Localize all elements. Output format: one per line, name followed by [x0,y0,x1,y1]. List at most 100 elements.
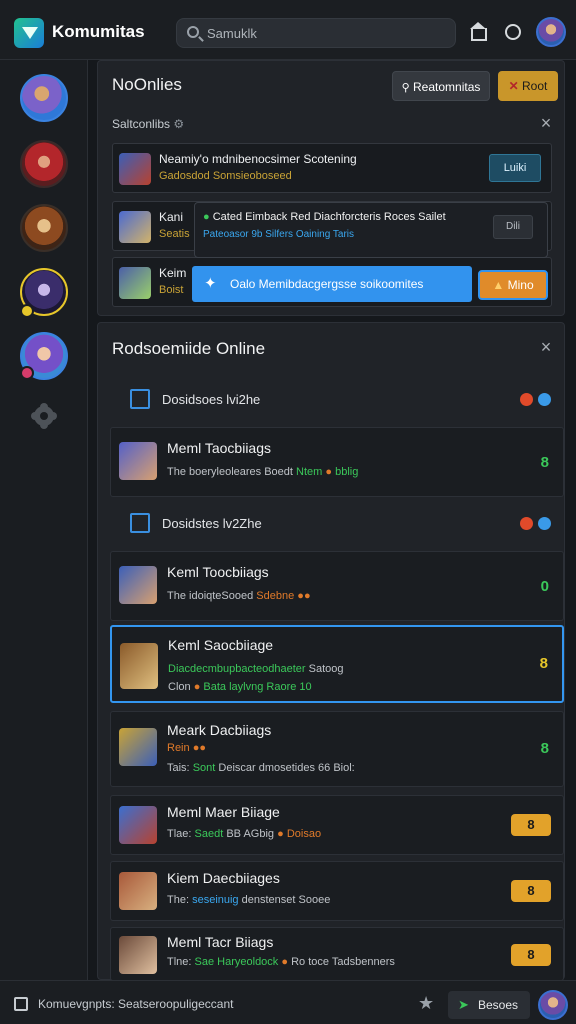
section-header[interactable]: Dosidstes lv2Zhe [112,509,552,539]
app-title: Komumitas [52,22,145,41]
card-action-button[interactable]: Luiki [489,154,541,182]
bottom-bar: Komuevgnpts: Seatseroopuligeccant ★ ➤ Be… [0,980,576,1024]
popover-title: ● Cated Eimback Red Diachforcteris Roces… [203,211,446,223]
close-x-icon: ✕ [508,79,519,93]
status-dot [520,393,533,406]
row-sub: The boeryleoleares Boedt Ntem ● bblig [167,466,359,478]
member-row[interactable]: Meark Dacbiiags Rein ●● Tais: Sont Deisc… [110,711,564,787]
primary-button[interactable]: ✕ Root [498,71,558,101]
unread-badge[interactable]: 8 [511,880,551,902]
members-online-panel: Rodsoemiide Online × Dosidsoes lvi2he Me… [97,322,565,981]
avatar [119,872,157,910]
banner-action-button[interactable]: ▲ Mino [478,270,548,300]
avatar [119,806,157,844]
card-name: Kani [159,210,184,224]
status-dot [520,517,533,530]
avatar [119,211,151,243]
secondary-button[interactable]: ⚲ Reatomnitas [392,71,490,101]
member-row[interactable]: Meml Tacr Biiags Tlne: Sae Haryeoldock ●… [110,927,564,981]
close-icon[interactable]: × [538,338,554,356]
sidebar-server-avatar[interactable] [20,140,68,188]
checkbox-icon[interactable] [130,513,150,533]
panel-title: Rodsoemiide Online [112,339,266,358]
row-count: 8 [540,454,549,471]
status-text: Komuevgnpts: Seatseroopuligeccant [38,997,234,1011]
row-name: Keml Toocbiiags [167,564,269,580]
card-sub: Boist [159,284,184,296]
search-icon: ⚲ [401,82,410,94]
section-label: Dosidsoes lvi2he [162,392,261,407]
card-name: Keim [159,266,187,280]
feather-icon: ➤ [458,997,469,1012]
row-count: 8 [539,655,548,672]
notification-banner[interactable]: ✦ Oalo Memibdacgergsse soikoomites [192,266,472,302]
top-bar: Komumitas [0,0,576,60]
row-name: Kiem Daecbiiages [167,870,280,886]
avatar [119,728,157,766]
avatar [120,643,158,689]
row-sub: Tlae: Saedt BB AGbig ● Doisao [167,828,322,840]
popover-sub: Pateoasor 9b Silfers Oaining Taris [203,229,355,240]
search-bar[interactable] [176,18,456,48]
flame-icon: ▲ [492,278,505,292]
home-icon[interactable] [468,22,488,42]
status-dot [538,393,551,406]
window-icon[interactable] [14,997,28,1011]
card-sub: Gadosdod Somsieoboseed [159,170,292,182]
member-row-selected[interactable]: Keml Saocbiiage Diacdecmbupbacteodhaeter… [110,625,564,703]
settings-small-icon[interactable]: ⚙ [173,117,184,131]
star-icon[interactable]: ★ [418,993,434,1014]
member-row[interactable]: Meml Maer Biiage Tlae: Saedt BB AGbig ● … [110,795,564,855]
avatar [119,936,157,974]
banner-text: Oalo Memibdacgergsse soikoomites [230,277,424,291]
row-sub: Tais: Sont Deiscar dmosetides 66 Biol: [167,762,355,774]
row-sub: The idoiqteSooed Sdebne ●● [167,590,311,602]
row-sub: Diacdecmbupbacteodhaeter Satoog [168,663,344,675]
row-count: 0 [540,578,549,595]
row-name: Meark Dacbiiags [167,722,272,738]
search-icon [187,26,199,38]
card-name: Neamiy'o mdnibenocsimer Scotening [159,152,357,166]
panel-title: NoOnlies [112,75,182,94]
member-row[interactable]: Keml Toocbiiags The idoiqteSooed Sdebne … [110,551,564,621]
row-name: Keml Saocbiiage [168,637,274,653]
user-avatar[interactable] [538,990,568,1020]
section-label: Dosidstes lv2Zhe [162,516,262,531]
row-count: 8 [540,740,549,757]
subheader: Saltconlibs ⚙ [112,117,185,131]
avatar [119,442,157,480]
status-circle-icon[interactable] [503,22,523,42]
app-logo-icon[interactable] [14,18,44,48]
notification-badge [20,366,34,380]
card-sub: Seatis [159,228,190,240]
popover-button[interactable]: Dili [493,215,533,239]
server-sidebar [0,60,88,980]
section-header[interactable]: Dosidsoes lvi2he [112,385,552,415]
member-card[interactable]: Neamiy'o mdnibenocsimer Scotening Gadosd… [112,143,552,193]
search-input[interactable] [207,19,447,47]
bottom-action-button[interactable]: ➤ Besoes [448,991,530,1019]
row-name: Meml Tacr Biiags [167,934,274,950]
row-name: Meml Maer Biiage [167,804,280,820]
avatar [119,153,151,185]
row-name: Meml Taocbiiags [167,440,272,456]
user-avatar[interactable] [536,17,566,47]
sidebar-server-avatar[interactable] [20,74,68,122]
checkbox-icon[interactable] [130,389,150,409]
tools-icon: ✦ [204,275,217,292]
member-row[interactable]: Meml Taocbiiags The boeryleoleares Boedt… [110,427,564,497]
row-sub: Rein ●● [167,742,206,754]
settings-gear-icon[interactable] [28,400,60,432]
unread-badge[interactable]: 8 [511,814,551,836]
avatar [119,566,157,604]
close-icon[interactable]: × [538,114,554,132]
unread-badge[interactable]: 8 [511,944,551,966]
row-sub: Clon ● Bata laylvng Raore 10 [168,681,312,693]
status-dot [538,517,551,530]
info-popover: ● Cated Eimback Red Diachforcteris Roces… [194,202,548,258]
row-sub: Tlne: Sae Haryeoldock ● Ro toce Tadsbenn… [167,956,395,968]
member-row[interactable]: Kiem Daecbiiages The: seseinuig denstens… [110,861,564,921]
notification-badge [20,304,34,318]
sidebar-server-avatar[interactable] [20,204,68,252]
avatar [119,267,151,299]
